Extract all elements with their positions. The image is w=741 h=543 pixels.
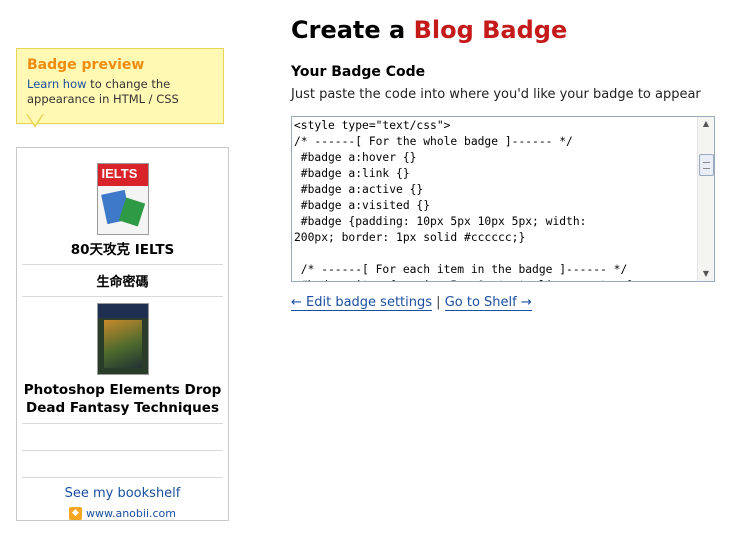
learn-how-link[interactable]: Learn how xyxy=(27,77,87,91)
badge-code-textarea[interactable]: <style type="text/css"> /* ------[ For t… xyxy=(291,116,715,282)
page-title-accent: Blog Badge xyxy=(413,16,568,44)
badge-book-item: 生命密碼 xyxy=(22,265,223,297)
badge-empty-row xyxy=(22,451,223,478)
scroll-thumb[interactable] xyxy=(699,154,714,176)
badge-code-heading: Your Badge Code xyxy=(291,64,426,80)
scroll-up-arrow-icon[interactable]: ▲ xyxy=(698,117,714,131)
link-separator: | xyxy=(436,295,441,310)
edit-badge-settings-link[interactable]: ← Edit badge settings xyxy=(291,295,433,311)
badge-code-text[interactable]: <style type="text/css"> /* ------[ For t… xyxy=(294,118,696,281)
scroll-down-arrow-icon[interactable]: ▼ xyxy=(698,267,714,281)
badge-code-description: Just paste the code into where you'd lik… xyxy=(291,87,701,102)
callout-tail-fill xyxy=(27,113,43,125)
badge-book-item: Photoshop Elements Drop Dead Fantasy Tec… xyxy=(22,303,223,424)
ielts-book-cover[interactable]: IELTS xyxy=(96,163,149,235)
book-title[interactable]: 80天攻克 IELTS xyxy=(22,235,223,264)
badge-preview-box: IELTS 80天攻克 IELTS 生命密碼 Photoshop Element… xyxy=(16,147,229,521)
anobii-site-link-row: ◆ www.anobii.com xyxy=(17,507,228,520)
book-title[interactable]: 生命密碼 xyxy=(22,265,223,296)
badge-preview-title: Badge preview xyxy=(27,57,145,73)
see-bookshelf-link[interactable]: See my bookshelf xyxy=(65,486,181,501)
anobii-logo-icon: ◆ xyxy=(68,507,82,520)
badge-book-item: IELTS 80天攻克 IELTS xyxy=(22,163,223,265)
go-to-shelf-link[interactable]: Go to Shelf → xyxy=(444,295,532,311)
code-scrollbar[interactable]: ▲ ▼ xyxy=(697,117,714,281)
badge-preview-description: Learn how to change the appearance in HT… xyxy=(27,77,223,107)
page-title: Create a Blog Badge xyxy=(291,16,567,44)
page-title-prefix: Create a xyxy=(291,16,414,44)
badge-empty-row xyxy=(22,424,223,451)
action-links: ← Edit badge settings | Go to Shelf → xyxy=(291,295,532,311)
badge-preview-callout: Badge preview Learn how to change the ap… xyxy=(16,48,224,124)
photoshop-book-cover[interactable] xyxy=(96,303,149,375)
book-title[interactable]: Photoshop Elements Drop Dead Fantasy Tec… xyxy=(22,375,223,423)
anobii-site-link[interactable]: www.anobii.com xyxy=(86,507,176,520)
